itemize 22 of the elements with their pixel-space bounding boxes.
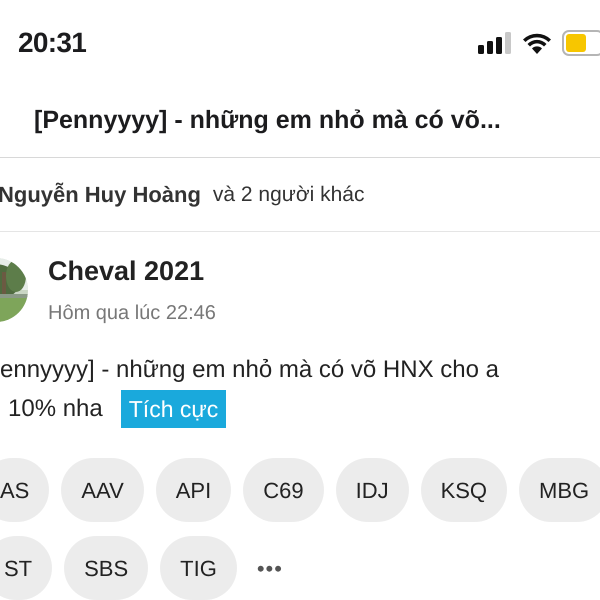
wifi-icon (522, 32, 552, 54)
ticker-chip[interactable]: KSQ (420, 458, 508, 522)
ticker-chip[interactable]: TIG (160, 536, 237, 600)
signal-icon (478, 32, 512, 54)
status-time: 20:31 (18, 26, 86, 60)
post-text: ennyyyy] - những em nhỏ mà có võ HNX cho a (0, 354, 500, 385)
ticker-chip[interactable]: C69 (243, 458, 324, 522)
more-button[interactable]: ••• (248, 552, 291, 585)
ticker-chip[interactable]: API (156, 458, 232, 522)
ticker-chip[interactable]: IDJ (336, 458, 409, 522)
reactions-count[interactable]: và 2 người khác (212, 178, 364, 210)
ticker-chip[interactable]: MBG (519, 458, 600, 522)
ticker-chip[interactable]: AAV (61, 458, 144, 522)
battery-icon (562, 30, 600, 56)
ticker-chip[interactable]: SBS (64, 536, 148, 600)
page-title: [Pennyyyy] - những em nhỏ mà có võ... (34, 105, 501, 136)
post-time: Hôm qua lúc 22:46 (48, 300, 216, 326)
ticker-chip[interactable]: ST (0, 536, 52, 600)
post-text: 10% nha (8, 394, 103, 424)
ticker-chip[interactable]: AS (0, 458, 50, 522)
author-name[interactable]: Cheval 2021 (48, 251, 216, 292)
sentiment-tag: Tích cực (120, 390, 226, 428)
